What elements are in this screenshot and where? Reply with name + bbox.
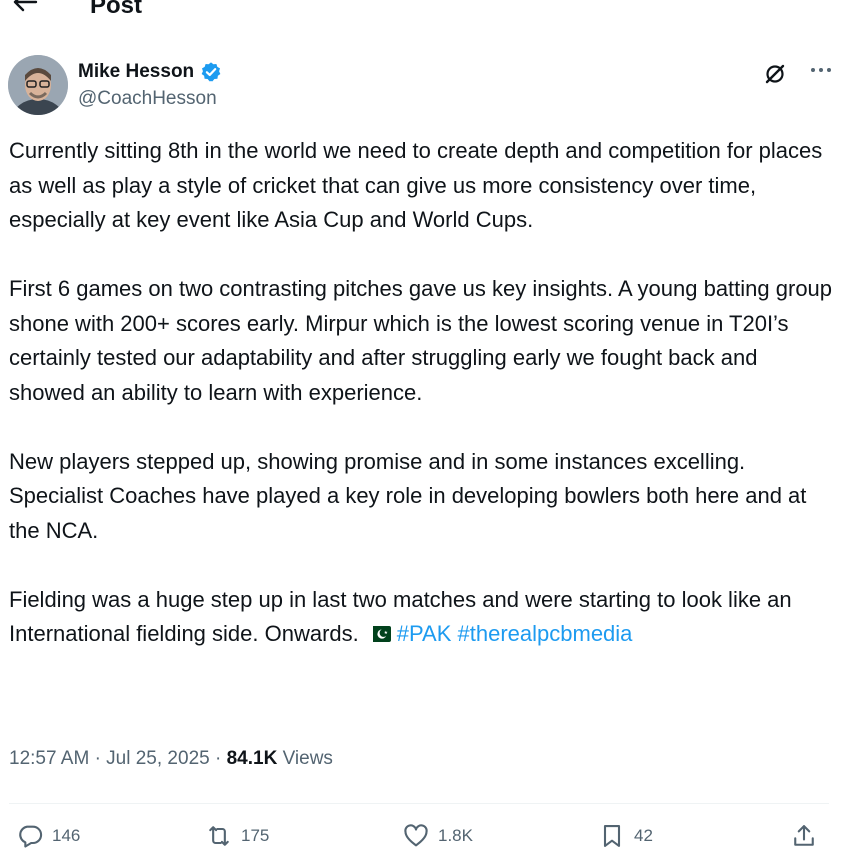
like-icon [404,824,428,847]
avatar[interactable] [8,55,68,115]
repost-count: 175 [241,826,270,845]
author-display-name[interactable]: Mike Hesson [78,61,194,83]
post-text: Currently sitting 8th in the world we ne… [9,134,839,652]
post-meta: 12:57 AM · Jul 25, 2025 · 84.1K Views [9,748,333,770]
reply-button[interactable]: 146 [16,818,80,850]
post-paragraph: New players stepped up, showing promise … [9,448,807,543]
top-bar: Post [0,0,850,28]
post-time[interactable]: 12:57 AM [9,748,89,769]
views-count: 84.1K [226,748,278,769]
post-date[interactable]: Jul 25, 2025 [106,748,210,769]
like-count: 1.8K [438,826,473,845]
grok-icon[interactable] [763,62,787,86]
meta-separator: · [214,748,222,769]
views-label: Views [282,748,333,769]
action-bar: 146 175 1.8K 42 [0,818,850,850]
post-paragraph: Currently sitting 8th in the world we ne… [9,138,823,232]
like-button[interactable]: 1.8K [402,818,473,850]
divider [9,803,829,804]
post-paragraph: First 6 games on two contrasting pitches… [9,276,833,405]
back-arrow-icon[interactable] [10,0,40,14]
share-icon [794,825,814,846]
hashtag-link[interactable]: #PAK [397,621,452,646]
bookmark-count: 42 [634,826,653,845]
bookmark-icon [603,825,621,847]
hashtag-link[interactable]: #therealpcbmedia [458,621,633,646]
page-title: Post [90,0,143,19]
pakistan-flag-icon [366,626,391,642]
post-paragraph-last: Fielding was a huge step up in last two … [9,583,839,652]
verified-icon [201,62,221,82]
meta-separator: · [94,748,101,769]
reply-icon [19,825,43,848]
more-icon[interactable] [806,58,836,82]
author-name-row[interactable]: Mike Hesson [78,61,222,83]
repost-icon [209,826,229,846]
post-author: Mike Hesson @CoachHesson [8,55,838,115]
author-handle[interactable]: @CoachHesson [78,88,217,110]
reply-count: 146 [52,826,81,845]
bookmark-button[interactable]: 42 [598,818,653,850]
repost-button[interactable]: 175 [205,818,269,850]
share-button[interactable] [790,818,818,850]
